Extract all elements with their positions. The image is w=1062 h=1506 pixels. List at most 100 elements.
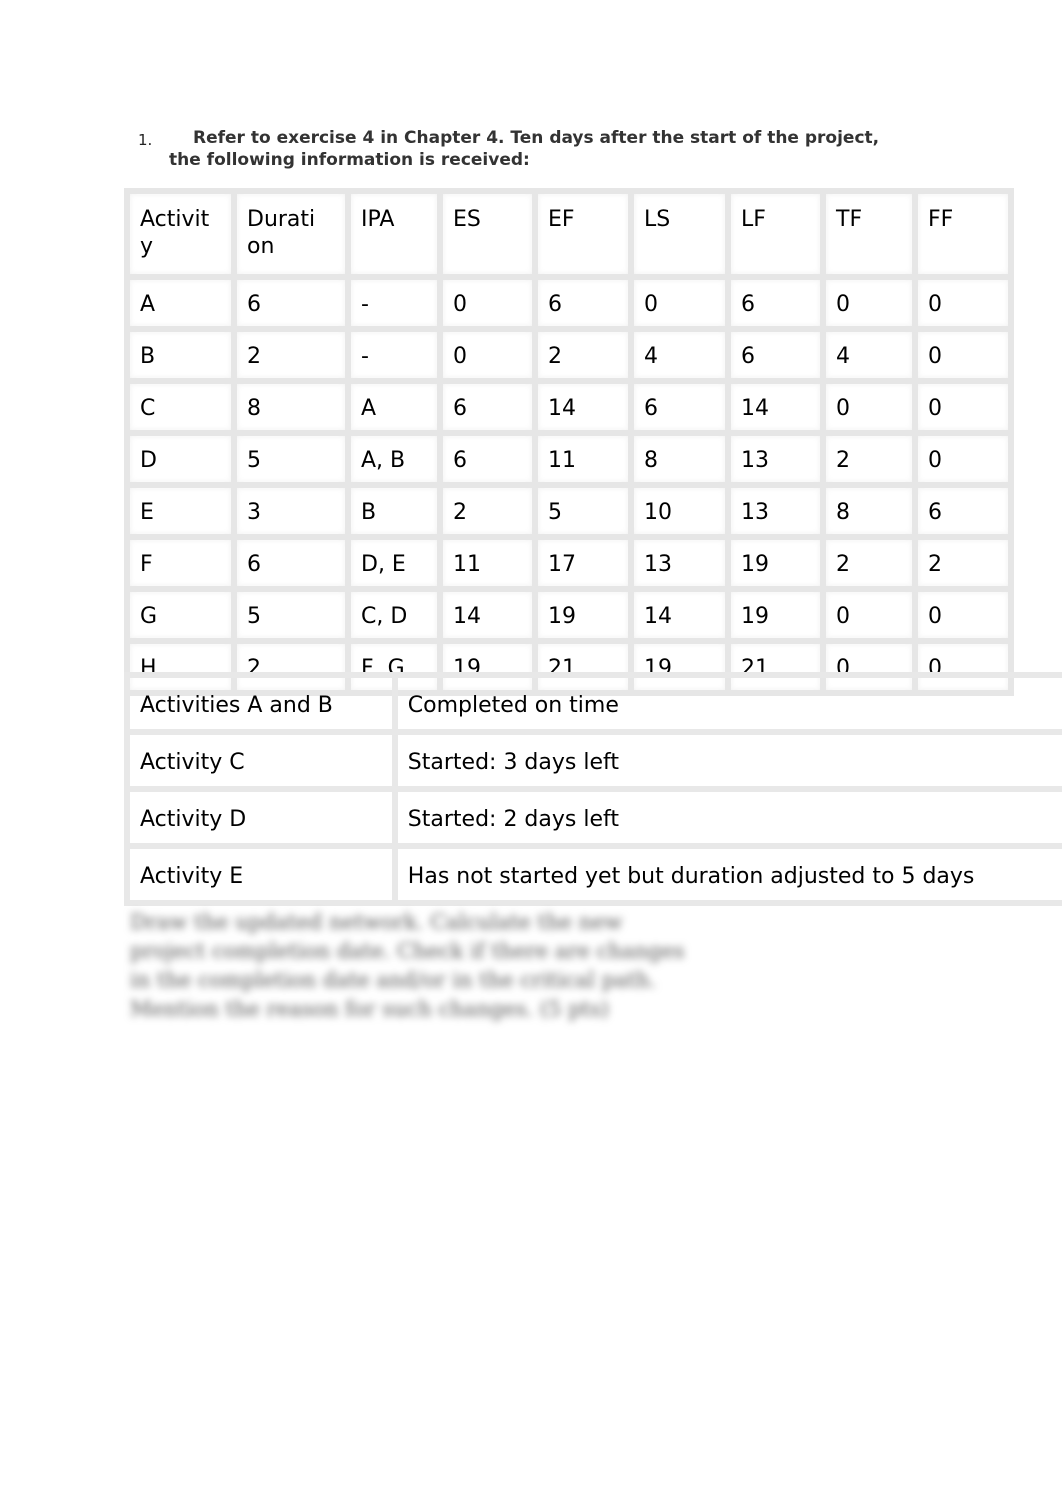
question-line-2: the following information is received: [169, 150, 530, 170]
table-row: A6-060600 [124, 274, 1014, 332]
status-table: Activities A and B Completed on time Activ… [124, 672, 1062, 906]
table-cell: 6 [912, 482, 1014, 540]
table-cell: 5 [231, 586, 351, 644]
column-header-text: LS [644, 207, 671, 232]
question-line-1: Refer to exercise 4 in Chapter 4. Ten da… [193, 128, 880, 148]
table-cell: 6 [532, 274, 634, 332]
table-cell: 14 [532, 378, 634, 436]
status-activity: Activity E [124, 843, 398, 906]
table-cell: 6 [628, 378, 731, 436]
status-info: Has not started yet but duration adjuste… [391, 843, 1062, 906]
column-header: LF [725, 188, 826, 280]
table-cell: A, B [345, 430, 443, 488]
table-cell: 2 [820, 430, 918, 488]
question-text: Refer to exercise 4 in Chapter 4. Ten da… [169, 127, 949, 171]
table-cell: 8 [628, 430, 731, 488]
table-cell: 17 [532, 534, 634, 592]
column-header-text: on [247, 234, 275, 259]
table-cell: C [124, 378, 237, 436]
table-cell: 14 [628, 586, 731, 644]
table-cell: - [345, 326, 443, 384]
table-cell: 5 [231, 430, 351, 488]
table-cell: 11 [532, 430, 634, 488]
table-cell: E [124, 482, 237, 540]
table-row: E 3 B 2 5 10 13 8 6 [124, 482, 1014, 540]
table-cell: D, E [345, 534, 443, 592]
column-header-text: Activit [140, 207, 210, 232]
column-header-text: ES [453, 207, 481, 232]
column-header: EF [532, 188, 634, 280]
column-header-text: TF [836, 207, 863, 232]
table-cell: 2 [231, 326, 351, 384]
table-row: G 5 C, D 14 19 14 19 0 0 [124, 586, 1014, 644]
table-cell: 2 [912, 534, 1014, 592]
status-row: Activity E Has not started yet but durati… [124, 843, 1062, 906]
table-cell: A [345, 378, 443, 436]
table-cell: 0 [912, 378, 1014, 436]
column-header: LS [628, 188, 731, 280]
table-row: D 5 A, B 6 11 8 13 2 0 [124, 430, 1014, 488]
table-row: F 6 D, E 11 17 13 19 2 2 [124, 534, 1014, 592]
table-cell: 2 [820, 534, 918, 592]
column-header-text: IPA [361, 207, 395, 232]
table-cell: 6 [725, 326, 826, 384]
table-cell: 0 [628, 274, 731, 332]
column-header: Activit y [124, 188, 237, 280]
table-cell: 19 [532, 586, 634, 644]
table-cell: F [124, 534, 237, 592]
table-cell: 6 [725, 274, 826, 332]
table-cell: 0 [912, 274, 1014, 332]
table-cell: A [124, 274, 237, 332]
table-cell: 0 [437, 274, 538, 332]
table-cell: 0 [820, 586, 918, 644]
status-info: Started: 3 days left [391, 729, 1062, 792]
column-header-text: FF [928, 207, 954, 232]
column-header: ES [437, 188, 538, 280]
table-cell: D [124, 430, 237, 488]
column-header-text: EF [548, 207, 575, 232]
status-activity: Activity D [124, 786, 398, 849]
table-cell: 3 [231, 482, 351, 540]
table-cell: 0 [820, 274, 918, 332]
table-cell: 0 [912, 326, 1014, 384]
table-cell: B [345, 482, 443, 540]
status-info: Completed on time [391, 672, 1062, 735]
table-header-row: Activit y Durati on IPA ES EF LS LF TF FF [124, 188, 1014, 280]
table-cell: 8 [820, 482, 918, 540]
question-number: 1. [138, 131, 153, 149]
table-cell: 14 [437, 586, 538, 644]
column-header-text: LF [741, 207, 766, 232]
status-row: Activities A and B Completed on time [124, 672, 1062, 735]
activity-table: Activit y Durati on IPA ES EF LS LF TF FF A 6-0 6 0 6 0 0… [124, 188, 1014, 696]
table-cell: 6 [231, 274, 351, 332]
table-cell: 13 [628, 534, 731, 592]
table-cell: - [345, 274, 443, 332]
column-header-text: y [140, 234, 154, 259]
table-row: C 8 A 6 14 6 14 0 0 [124, 378, 1014, 436]
status-row: Activity C Started: 3 days left [124, 729, 1062, 792]
table-cell: 13 [725, 430, 826, 488]
column-header: Durati on [231, 188, 351, 280]
table-cell: 14 [725, 378, 826, 436]
status-row: Activity D Started: 2 days left [124, 786, 1062, 849]
status-activity: Activity C [124, 729, 398, 792]
table-cell: 0 [912, 586, 1014, 644]
table-cell: 8 [231, 378, 351, 436]
table-cell: 0 [912, 430, 1014, 488]
table-cell: 13 [725, 482, 826, 540]
table-cell: 6 [437, 378, 538, 436]
table-cell: G [124, 586, 237, 644]
table-cell: 11 [437, 534, 538, 592]
status-info: Started: 2 days left [391, 786, 1062, 849]
column-header: TF [820, 188, 918, 280]
table-cell: B [124, 326, 237, 384]
table-row: B2-024640 [124, 326, 1014, 384]
table-cell: 5 [532, 482, 634, 540]
table-cell: 0 [820, 378, 918, 436]
column-header: FF [912, 188, 1014, 280]
table-cell: 4 [820, 326, 918, 384]
table-cell: 6 [231, 534, 351, 592]
table-cell: 2 [437, 482, 538, 540]
table-cell: 4 [628, 326, 731, 384]
status-activity: Activities A and B [124, 672, 398, 735]
